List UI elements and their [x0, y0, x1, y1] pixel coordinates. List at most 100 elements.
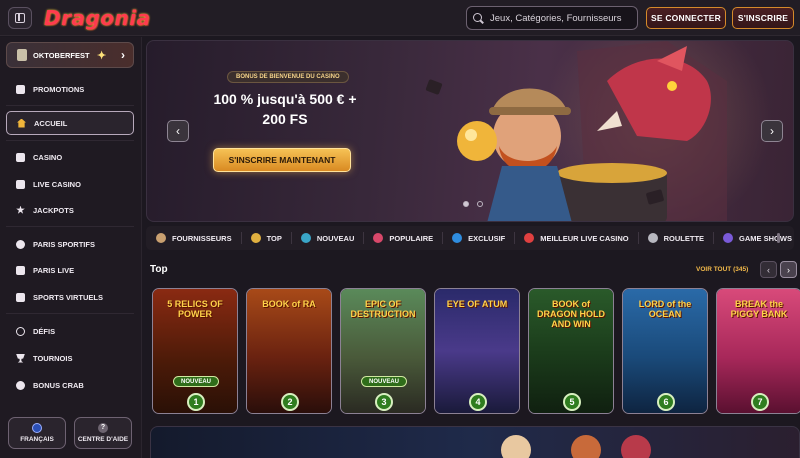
sidebar-item-bonus-crab[interactable]: BONUS CRAB — [6, 374, 134, 396]
category-popular[interactable]: POPULAIRE — [373, 233, 433, 243]
help-label: CENTRE D'AIDE — [77, 436, 129, 443]
new-badge: NOUVEAU — [173, 376, 219, 387]
see-all-link[interactable]: VOIR TOUT (345) — [696, 266, 748, 273]
sidebar-divider — [6, 226, 134, 227]
category-exclusive[interactable]: EXCLUSIF — [452, 233, 505, 243]
sidebar-item-tournaments[interactable]: TOURNOIS — [6, 347, 134, 369]
rank-badge: 2 — [281, 393, 299, 411]
banner-next-button[interactable]: › — [761, 120, 783, 142]
sidebar-item-live-betting[interactable]: PARIS LIVE — [6, 259, 134, 281]
gift-icon — [16, 84, 25, 94]
banner-title-line1: 100 % jusqu'à 500 € + — [213, 91, 357, 107]
casino-app: Dragonia SE CONNECTER S'INSCRIRE OKTOBER… — [0, 0, 800, 458]
chevron-right-icon: › — [770, 124, 774, 138]
search-box[interactable] — [466, 6, 638, 30]
sidebar-promo-card[interactable]: OKTOBERFEST ✦ › — [6, 42, 134, 68]
search-icon — [473, 12, 484, 24]
game-title: BREAK the PIGGY BANK — [730, 299, 788, 319]
sidebar-item-challenges[interactable]: DÉFIS — [6, 320, 134, 342]
game-title: 5 RELICS OF POWER — [167, 299, 223, 319]
sidebar-item-casino[interactable]: CASINO — [6, 146, 134, 168]
games-prev-button[interactable]: ‹ — [760, 261, 777, 278]
game-card[interactable]: LORD of the OCEAN 6 — [622, 288, 708, 414]
new-icon — [300, 233, 311, 243]
sidebar-item-label: TOURNOIS — [33, 353, 73, 363]
banner-dot[interactable] — [463, 201, 469, 207]
providers-icon — [156, 233, 166, 243]
welcome-bonus-banner[interactable]: BONUS DE BIENVENUE DU CASINO 100 % jusqu… — [146, 40, 794, 222]
section-title: Top — [150, 264, 168, 275]
slot-icon — [16, 152, 25, 162]
banner-pagination — [463, 201, 483, 207]
banner-prev-button[interactable]: ‹ — [167, 120, 189, 142]
live-icon — [16, 265, 25, 275]
clover-icon — [16, 205, 25, 214]
sidebar-toggle-button[interactable] — [8, 7, 32, 29]
category-divider — [514, 232, 516, 244]
exclusive-icon — [452, 233, 463, 243]
category-label: MEILLEUR LIVE CASINO — [540, 233, 629, 243]
brand-logo[interactable]: Dragonia — [44, 6, 151, 30]
signup-button[interactable]: S'INSCRIRE — [732, 7, 794, 29]
sidebar-icon — [15, 13, 25, 23]
top-games-row: 5 RELICS OF POWER NOUVEAU 1 BOOK of RA 2… — [150, 288, 800, 414]
character-illustration — [501, 435, 531, 458]
sidebar-item-label: ACCUEIL — [34, 118, 68, 128]
dragon-illustration — [621, 435, 651, 458]
login-button[interactable]: SE CONNECTER — [646, 7, 726, 29]
sidebar-item-sports-betting[interactable]: PARIS SPORTIFS — [6, 233, 134, 255]
category-roulette[interactable]: ROULETTE — [647, 233, 704, 243]
promo-label: OKTOBERFEST — [33, 50, 90, 60]
rank-badge: 6 — [657, 393, 675, 411]
home-icon — [17, 118, 26, 128]
game-card[interactable]: BOOK of RA 2 — [246, 288, 332, 414]
language-button[interactable]: FRANÇAIS — [8, 417, 66, 449]
category-divider — [713, 232, 715, 244]
globe-icon — [32, 423, 42, 433]
live-casino-icon — [524, 233, 535, 243]
sidebar-item-live-casino[interactable]: LIVE CASINO — [6, 173, 134, 195]
category-best-live-casino[interactable]: MEILLEUR LIVE CASINO — [524, 233, 629, 243]
secondary-banner[interactable] — [150, 426, 800, 458]
category-top[interactable]: TOP — [250, 233, 282, 243]
search-input[interactable] — [490, 12, 635, 24]
game-card[interactable]: BREAK the PIGGY BANK 7 — [716, 288, 800, 414]
rank-badge: 7 — [751, 393, 769, 411]
game-card[interactable]: EPIC OF DESTRUCTION NOUVEAU 3 — [340, 288, 426, 414]
sidebar-item-label: LIVE CASINO — [33, 179, 81, 189]
ball-icon — [16, 239, 25, 249]
sidebar-item-label: CASINO — [33, 152, 63, 162]
games-next-button[interactable]: › — [780, 261, 797, 278]
sidebar-divider — [6, 140, 134, 141]
rank-badge: 1 — [187, 393, 205, 411]
language-label: FRANÇAIS — [20, 436, 54, 443]
banner-tag: BONUS DE BIENVENUE DU CASINO — [227, 71, 349, 83]
help-center-button[interactable]: ? CENTRE D'AIDE — [74, 417, 132, 449]
category-bar: FOURNISSEURS TOP NOUVEAU POPULAIRE EXCLU… — [146, 226, 794, 250]
top-bar: Dragonia SE CONNECTER S'INSCRIRE — [0, 0, 800, 36]
sidebar-item-virtual-sports[interactable]: SPORTS VIRTUELS — [6, 286, 134, 308]
character-illustration — [571, 435, 601, 458]
game-card[interactable]: 5 RELICS OF POWER NOUVEAU 1 — [152, 288, 238, 414]
sidebar-item-home[interactable]: ACCUEIL — [6, 111, 134, 135]
game-card[interactable]: EYE OF ATUM 4 — [434, 288, 520, 414]
sidebar-item-jackpots[interactable]: JACKPOTS — [6, 199, 134, 221]
roulette-icon — [647, 233, 658, 243]
banner-dot[interactable] — [477, 201, 483, 207]
trophy-icon — [16, 353, 25, 363]
category-game-shows[interactable]: GAME SHOWS — [723, 233, 792, 243]
sparkle-icon: ✦ — [97, 50, 107, 62]
game-title: BOOK of DRAGON HOLD AND WIN — [537, 299, 605, 329]
game-title: LORD of the OCEAN — [638, 299, 692, 319]
sidebar-item-label: DÉFIS — [33, 326, 56, 336]
category-new[interactable]: NOUVEAU — [300, 233, 354, 243]
sidebar-item-promotions[interactable]: PROMOTIONS — [6, 78, 134, 100]
game-title: BOOK of RA — [262, 299, 316, 309]
category-divider — [637, 232, 639, 244]
category-scrollbar[interactable] — [777, 233, 780, 243]
category-providers[interactable]: FOURNISSEURS — [156, 233, 232, 243]
chevron-left-icon: ‹ — [767, 264, 770, 275]
signup-now-button[interactable]: S'INSCRIRE MAINTENANT — [213, 148, 351, 172]
game-card[interactable]: BOOK of DRAGON HOLD AND WIN 5 — [528, 288, 614, 414]
top-icon — [250, 233, 261, 243]
